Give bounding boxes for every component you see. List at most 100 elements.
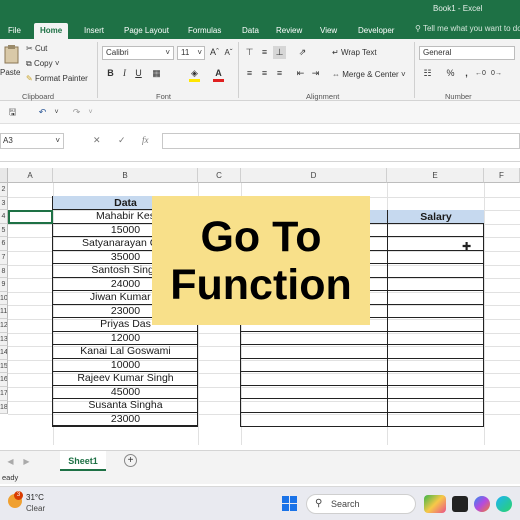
data-value-cell[interactable]: Kanai Lal Goswami (53, 345, 198, 359)
align-right-icon[interactable]: ≡ (273, 67, 286, 80)
data-value-cell[interactable]: 45000 (53, 386, 198, 399)
row-header[interactable]: 2 (0, 183, 8, 197)
align-middle-icon[interactable]: ≡ (258, 46, 271, 59)
format-painter-button[interactable]: ✎ Format Painter (26, 74, 88, 83)
tab-home[interactable]: Home (34, 23, 69, 39)
scroll-right-icon[interactable]: ▶ (20, 455, 33, 468)
row-header[interactable]: 17 (0, 387, 8, 401)
row-header[interactable]: 11 (0, 305, 8, 319)
sheet-tab[interactable]: Sheet1 (60, 451, 106, 471)
tab-data[interactable]: Data (236, 23, 265, 39)
comma-style-icon[interactable]: , (460, 67, 473, 80)
undo-icon[interactable]: ↶ (36, 106, 49, 119)
edge-icon[interactable] (496, 496, 512, 512)
search-icon: ⚲ (315, 498, 323, 509)
column-header[interactable]: D (241, 168, 387, 183)
add-sheet-icon[interactable]: + (124, 454, 137, 467)
data-value-cell[interactable]: Rajeev Kumar Singh (53, 372, 198, 386)
row-header[interactable]: 6 (0, 237, 8, 251)
column-header[interactable]: F (484, 168, 520, 183)
increase-indent-icon[interactable]: ⇥ (309, 67, 322, 80)
row-header[interactable]: 8 (0, 264, 8, 279)
chevron-down-icon[interactable]: ˅ (84, 106, 97, 119)
selected-cell-a3[interactable] (8, 210, 53, 224)
formula-input[interactable] (162, 133, 520, 149)
bold-icon[interactable]: B (104, 67, 117, 80)
paste-label: Paste (0, 68, 21, 77)
tell-me-box[interactable]: ⚲ Tell me what you want to do (415, 24, 520, 33)
align-bottom-icon[interactable]: ⊥ (273, 46, 286, 59)
row-header[interactable]: 12 (0, 319, 8, 333)
widgets-icon[interactable] (424, 495, 446, 513)
tab-formulas[interactable]: Formulas (182, 23, 227, 39)
currency-icon[interactable]: ☷ (421, 67, 434, 80)
tab-file[interactable]: File (2, 23, 27, 39)
tab-insert[interactable]: Insert (78, 23, 110, 39)
sheet-tab-bar: ◀ ▶ Sheet1 + (0, 450, 520, 472)
paste-button[interactable]: Paste (0, 44, 22, 84)
row-header[interactable]: 4 (0, 210, 8, 224)
borders-icon[interactable]: ▦ (150, 67, 163, 80)
chevron-down-icon[interactable]: ˅ (50, 106, 63, 119)
data-value-cell[interactable]: 10000 (53, 359, 198, 372)
align-center-icon[interactable]: ≡ (258, 67, 271, 80)
save-icon[interactable]: 🖫 (6, 106, 19, 119)
salary-header-cell[interactable]: Salary (388, 210, 484, 224)
column-header[interactable]: A (8, 168, 53, 183)
row-header[interactable]: 14 (0, 346, 8, 360)
italic-icon[interactable]: I (118, 67, 131, 80)
wrap-text-button[interactable]: ↵ Wrap Text (332, 48, 377, 57)
orientation-icon[interactable]: ⇗ (296, 46, 309, 59)
copilot-icon[interactable] (474, 496, 490, 512)
row-header[interactable]: 3 (0, 196, 8, 211)
name-box[interactable]: A3 ˅ (0, 133, 64, 149)
tab-developer[interactable]: Developer (352, 23, 400, 39)
decrease-decimal-icon[interactable]: 0→ (490, 67, 503, 80)
taskbar-search[interactable]: ⚲ Search (306, 494, 416, 514)
merge-center-button[interactable]: ⇔ Merge & Center ˅ (332, 70, 406, 79)
column-header[interactable]: B (53, 168, 198, 183)
enter-icon[interactable]: ✓ (118, 135, 126, 146)
align-top-icon[interactable]: ⊤ (243, 46, 256, 59)
font-size-select[interactable]: 11 ˅ (177, 46, 205, 60)
decrease-font-icon[interactable]: Aˇ (222, 46, 235, 59)
insert-function-icon[interactable]: fx (142, 135, 149, 145)
row-header[interactable]: 16 (0, 373, 8, 387)
cancel-icon[interactable]: ✕ (93, 135, 101, 146)
column-header[interactable]: E (387, 168, 484, 183)
copy-button[interactable]: ⧉ Copy ˅ (26, 59, 60, 69)
salary-row-line (241, 330, 484, 332)
data-value-cell[interactable]: 12000 (53, 332, 198, 345)
row-header[interactable]: 9 (0, 278, 8, 292)
font-name-select[interactable]: Calibri ˅ (102, 46, 174, 60)
column-header[interactable]: C (198, 168, 241, 183)
weather-widget[interactable]: 3 31°C Clear (6, 491, 66, 517)
number-format-select[interactable]: General (419, 46, 515, 60)
cut-button[interactable]: ✂ Cut (26, 44, 47, 53)
data-value-cell[interactable]: 23000 (53, 413, 198, 426)
row-header[interactable]: 5 (0, 223, 8, 238)
row-header[interactable]: 7 (0, 251, 8, 265)
row-header[interactable]: 13 (0, 332, 8, 347)
tab-page-layout[interactable]: Page Layout (118, 23, 175, 39)
task-view-icon[interactable] (452, 496, 468, 512)
scroll-left-icon[interactable]: ◀ (4, 455, 17, 468)
increase-font-icon[interactable]: Aˆ (208, 46, 221, 59)
percent-icon[interactable]: % (444, 67, 457, 80)
ribbon-tabs: File Home Insert Page Layout Formulas Da… (0, 20, 520, 39)
align-left-icon[interactable]: ≡ (243, 67, 256, 80)
data-value-cell[interactable]: Susanta Singha (53, 399, 198, 413)
tab-view[interactable]: View (314, 23, 343, 39)
redo-icon[interactable]: ↷ (70, 106, 83, 119)
underline-icon[interactable]: U (132, 67, 145, 80)
windows-start-icon[interactable] (282, 496, 298, 512)
row-header[interactable]: 10 (0, 291, 8, 306)
row-header[interactable]: 15 (0, 359, 8, 374)
tab-review[interactable]: Review (270, 23, 308, 39)
title-overlay: Go To Function (152, 196, 370, 325)
decrease-indent-icon[interactable]: ⇤ (294, 67, 307, 80)
cut-label: Cut (34, 44, 48, 53)
select-all-corner[interactable] (0, 168, 8, 183)
row-header[interactable]: 18 (0, 400, 8, 415)
increase-decimal-icon[interactable]: ←0 (474, 67, 487, 80)
